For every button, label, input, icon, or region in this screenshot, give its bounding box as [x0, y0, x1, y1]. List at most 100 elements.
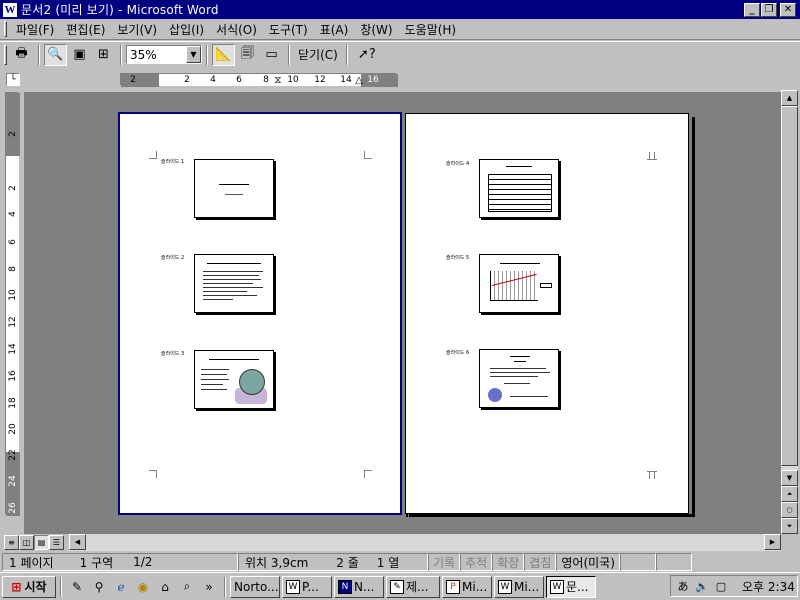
- close-button[interactable]: ✕: [780, 2, 796, 17]
- minimize-icon: _: [749, 4, 755, 15]
- menu-grip[interactable]: [4, 21, 7, 37]
- task-button-norton[interactable]: Norto...: [230, 575, 280, 598]
- vertical-ruler[interactable]: 2 2 4 6 8 10 12 14 16 18 20 22 24 26: [5, 92, 20, 516]
- slide-thumbnail-title: [194, 159, 274, 218]
- system-tray: あ 🔈 ▢ 오후 2:34: [670, 575, 798, 597]
- view-ruler-button[interactable]: 📐: [212, 43, 235, 66]
- status-ovr[interactable]: 겹침: [524, 553, 557, 571]
- status-bar: 1 페이지 1 구역 1/2 위치 3,9cm 2 줄 1 열 기록 추적 확장…: [0, 552, 800, 572]
- task-label: Mi...: [514, 579, 540, 594]
- vruler-label: 24: [8, 475, 18, 487]
- scroll-up-icon[interactable]: ▲: [781, 90, 798, 106]
- status-trk[interactable]: 추적: [460, 553, 493, 571]
- status-column: 1 열: [376, 555, 400, 570]
- web-layout-icon[interactable]: ◫: [19, 535, 34, 550]
- right-indent-icon[interactable]: △: [355, 74, 363, 87]
- title-bar: W 문서2 (미리 보기) - Microsoft Word _ ❐ ✕: [0, 0, 800, 19]
- previous-page-icon[interactable]: ⏶: [781, 486, 798, 502]
- status-background: [655, 553, 692, 571]
- status-line: 2 줄: [336, 555, 359, 570]
- menu-edit[interactable]: 편집(E): [60, 20, 111, 39]
- ruler-label: 8: [263, 75, 269, 85]
- menu-view[interactable]: 보기(V): [111, 20, 163, 39]
- task-button-document[interactable]: ✎ 제...: [386, 575, 440, 598]
- status-rec[interactable]: 기록: [428, 553, 461, 571]
- horizontal-ruler[interactable]: 2 2 4 6 8 10 12 14 16 ⧖ △: [120, 73, 398, 87]
- clock[interactable]: 오후 2:34: [742, 578, 795, 595]
- desktop-icon[interactable]: ⌂: [155, 577, 175, 597]
- volume-icon[interactable]: 🔈: [694, 578, 710, 594]
- task-button-current-document[interactable]: W 문...: [546, 575, 596, 598]
- vruler-label: 4: [8, 211, 18, 217]
- task-button-n[interactable]: N N...: [334, 575, 384, 598]
- minimize-button[interactable]: _: [744, 2, 760, 17]
- full-screen-icon: ▭: [265, 47, 278, 62]
- select-browse-object-icon[interactable]: ○: [781, 502, 798, 518]
- normal-view-icon[interactable]: ≡: [4, 535, 19, 550]
- status-ext[interactable]: 확장: [492, 553, 525, 571]
- ruler-row: └ 2 2 4 6 8 10 12 14 16 ⧖ △: [0, 68, 800, 90]
- pen-icon[interactable]: ✎: [67, 577, 87, 597]
- full-screen-button[interactable]: ▭: [260, 44, 283, 66]
- preview-workspace[interactable]: 슬라이드 1 슬라이드 2 슬라이드 3 슬라이드 4 슬라이드 5 슬라이드 …: [24, 92, 781, 534]
- vruler-label: 12: [8, 316, 18, 328]
- menu-table[interactable]: 표(A): [314, 20, 355, 39]
- status-language[interactable]: 영어(미국): [556, 553, 620, 571]
- zoom-select[interactable]: 35% ▼: [126, 45, 202, 64]
- close-preview-button[interactable]: 닫기(C): [294, 45, 342, 65]
- task-button-powerpoint[interactable]: P Mi...: [442, 575, 492, 598]
- page-layout-icon[interactable]: ▤: [34, 535, 49, 550]
- next-page-icon[interactable]: ⏷: [781, 518, 798, 534]
- vruler-label: 20: [8, 423, 18, 435]
- scroll-down-icon[interactable]: ▼: [781, 470, 798, 486]
- print-button[interactable]: 🖶: [10, 44, 33, 66]
- search-icon[interactable]: ⌕: [177, 577, 197, 597]
- menu-window[interactable]: 창(W): [354, 20, 398, 39]
- task-button-word-mi[interactable]: W Mi...: [494, 575, 544, 598]
- context-help-button[interactable]: ➚?: [352, 44, 382, 66]
- scroll-left-icon[interactable]: ◀: [69, 534, 86, 550]
- more-quick-launch[interactable]: »: [199, 577, 219, 597]
- ie-browser-icon[interactable]: ℯ: [111, 577, 131, 597]
- outlook-icon[interactable]: ◉: [133, 577, 153, 597]
- vertical-scrollbar[interactable]: ▲ ▼ ⏶ ○ ⏷: [781, 90, 798, 534]
- menu-file[interactable]: 파일(F): [10, 20, 60, 39]
- restore-button[interactable]: ❐: [761, 2, 777, 17]
- scroll-thumb[interactable]: [781, 106, 798, 466]
- one-page-button[interactable]: ▣: [68, 44, 91, 66]
- menu-tools[interactable]: 도구(T): [263, 20, 314, 39]
- multiple-pages-button[interactable]: ⊞: [92, 44, 115, 66]
- taskbar-separator: [60, 576, 62, 597]
- start-button[interactable]: ⊞ 시작: [2, 575, 56, 598]
- toolbar-grip[interactable]: [4, 44, 7, 65]
- toolbar-separator: [345, 44, 348, 65]
- ruler-label: 14: [340, 75, 352, 85]
- tab-selector-icon[interactable]: └: [6, 73, 20, 86]
- outline-view-icon[interactable]: ☰: [49, 535, 64, 550]
- top-margin-area: [6, 93, 20, 156]
- task-button-word-p[interactable]: W P...: [282, 575, 332, 598]
- magnifier-button[interactable]: 🔍: [44, 43, 67, 66]
- shrink-to-fit-button[interactable]: 🗐: [236, 44, 259, 66]
- slide-label: 슬라이드 2: [161, 255, 185, 261]
- ime-icon[interactable]: あ: [675, 578, 691, 594]
- vruler-label: 16: [8, 370, 18, 382]
- taskbar-separator: [224, 576, 226, 597]
- toolbar-separator: [120, 44, 122, 65]
- monitor-icon[interactable]: ▢: [713, 578, 729, 594]
- first-line-indent-icon[interactable]: ⧖: [274, 74, 281, 87]
- vruler-label: 22: [8, 449, 18, 461]
- word-document-icon[interactable]: W: [2, 1, 18, 18]
- ruler-label: 2: [184, 75, 190, 85]
- network-icon[interactable]: ⚲: [89, 577, 109, 597]
- menu-help[interactable]: 도움말(H): [399, 20, 463, 39]
- word-doc-icon: W: [498, 579, 512, 594]
- menu-format[interactable]: 서식(O): [210, 20, 263, 39]
- preview-page-1[interactable]: 슬라이드 1 슬라이드 2 슬라이드 3: [118, 112, 402, 515]
- chevron-down-icon[interactable]: ▼: [186, 46, 201, 63]
- horizontal-scrollbar[interactable]: ◀ ▶: [69, 534, 781, 551]
- scroll-right-icon[interactable]: ▶: [764, 534, 781, 550]
- preview-page-2[interactable]: 슬라이드 4 슬라이드 5 슬라이드 6: [405, 113, 689, 514]
- app-icon: N: [338, 579, 352, 594]
- menu-insert[interactable]: 삽입(I): [163, 20, 210, 39]
